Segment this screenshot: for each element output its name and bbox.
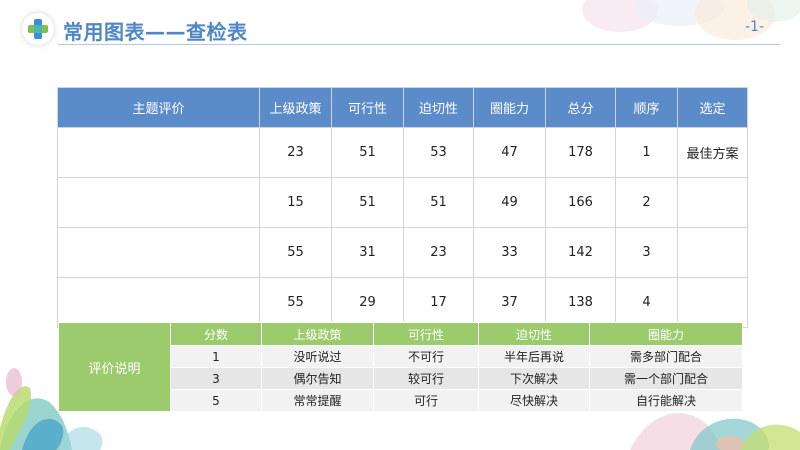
column-header: 主题评价 <box>57 87 260 128</box>
page-title: 常用图表——查检表 <box>63 20 248 44</box>
table-cell: 55 <box>259 227 332 278</box>
table-cell: 53 <box>403 127 474 178</box>
table-cell: 29 <box>331 277 404 328</box>
table-cell: 51 <box>331 127 404 178</box>
legend-column-header: 上级政策 <box>261 322 374 346</box>
slide-header: 常用图表——查检表 -1- <box>0 0 800 55</box>
legend-cell: 下次解决 <box>478 367 590 390</box>
legend-cell: 1 <box>170 345 262 368</box>
table-cell: 178 <box>545 127 616 178</box>
table-cell: 3 <box>615 227 678 278</box>
column-header: 选定 <box>677 87 748 128</box>
legend-column-header: 分数 <box>170 322 262 346</box>
legend-cell: 较可行 <box>373 367 479 390</box>
legend-side-label: 评价说明 <box>58 322 171 412</box>
table-row: 55 29 17 37 138 4 <box>57 277 748 328</box>
table-cell <box>677 277 748 328</box>
medical-cross-icon <box>28 19 48 39</box>
table-cell: 33 <box>473 227 546 278</box>
table-cell <box>57 127 260 178</box>
legend-cell: 没听说过 <box>261 345 374 368</box>
table-cell <box>57 277 260 328</box>
column-header: 上级政策 <box>259 87 332 128</box>
table-cell: 55 <box>259 277 332 328</box>
table-cell: 31 <box>331 227 404 278</box>
table-row: 15 51 51 49 166 2 <box>57 177 748 228</box>
column-header: 总分 <box>545 87 616 128</box>
column-header: 可行性 <box>331 87 404 128</box>
table-cell: 51 <box>403 177 474 228</box>
evaluation-legend-table: 评价说明 分数 上级政策 可行性 迫切性 圈能力 1 没听说过 不可行 半年后再… <box>58 322 743 412</box>
legend-cell: 尽快解决 <box>478 389 590 412</box>
table-cell <box>677 177 748 228</box>
legend-column-header: 圈能力 <box>589 322 743 346</box>
legend-column-header: 可行性 <box>373 322 479 346</box>
table-header-row: 主题评价 上级政策 可行性 迫切性 圈能力 总分 顺序 选定 <box>57 87 748 128</box>
table-cell <box>57 227 260 278</box>
table-cell: 166 <box>545 177 616 228</box>
column-header: 顺序 <box>615 87 678 128</box>
table-cell: 17 <box>403 277 474 328</box>
legend-column-header: 迫切性 <box>478 322 590 346</box>
legend-cell: 自行能解决 <box>589 389 743 412</box>
table-cell <box>677 227 748 278</box>
table-cell: 142 <box>545 227 616 278</box>
legend-header-row: 评价说明 分数 上级政策 可行性 迫切性 圈能力 <box>58 322 743 412</box>
table-cell: 23 <box>259 127 332 178</box>
header-divider <box>58 44 780 45</box>
medical-cross-logo <box>22 13 54 45</box>
table-cell: 47 <box>473 127 546 178</box>
checklist-table: 主题评价 上级政策 可行性 迫切性 圈能力 总分 顺序 选定 23 51 53 … <box>57 87 748 328</box>
legend-cell: 需一个部门配合 <box>589 367 743 390</box>
legend-cell: 不可行 <box>373 345 479 368</box>
legend-cell: 5 <box>170 389 262 412</box>
legend-cell: 3 <box>170 367 262 390</box>
table-row: 55 31 23 33 142 3 <box>57 227 748 278</box>
legend-cell: 可行 <box>373 389 479 412</box>
table-cell: 1 <box>615 127 678 178</box>
table-cell <box>57 177 260 228</box>
legend-cell: 常常提醒 <box>261 389 374 412</box>
table-cell: 37 <box>473 277 546 328</box>
table-cell: 49 <box>473 177 546 228</box>
page-number: -1- <box>744 19 764 35</box>
table-cell: 2 <box>615 177 678 228</box>
table-cell: 23 <box>403 227 474 278</box>
table-cell: 51 <box>331 177 404 228</box>
table-row: 23 51 53 47 178 1 最佳方案 <box>57 127 748 178</box>
legend-cell: 需多部门配合 <box>589 345 743 368</box>
legend-cell: 偶尔告知 <box>261 367 374 390</box>
column-header: 迫切性 <box>403 87 474 128</box>
table-cell: 4 <box>615 277 678 328</box>
table-cell: 最佳方案 <box>677 127 748 178</box>
table-cell: 138 <box>545 277 616 328</box>
column-header: 圈能力 <box>473 87 546 128</box>
legend-cell: 半年后再说 <box>478 345 590 368</box>
table-cell: 15 <box>259 177 332 228</box>
